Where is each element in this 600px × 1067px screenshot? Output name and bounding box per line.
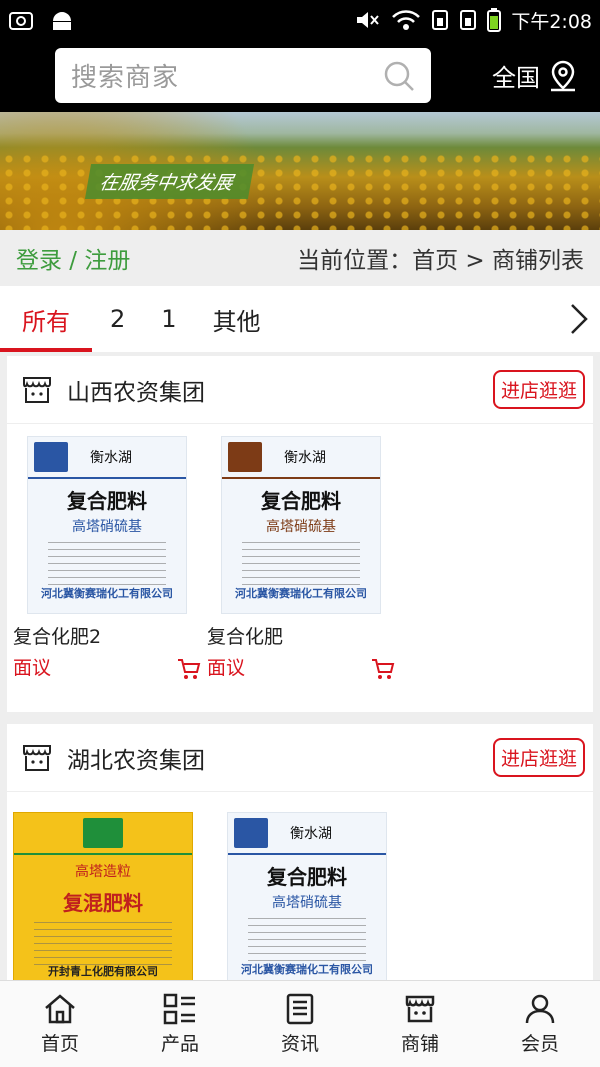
brand-logo-icon (228, 442, 262, 472)
bag-brand: 衡水湖 (284, 450, 326, 466)
chevron-right-icon[interactable] (568, 302, 590, 336)
product-card[interactable]: 衡水湖 复合肥料 高塔硝硫基 河北冀衡赛瑞化工有限公司 复合化肥2 面议 (13, 436, 207, 680)
bag-maker: 河北冀衡赛瑞化工有限公司 (41, 587, 173, 600)
sim1-icon (432, 10, 449, 30)
android-icon (53, 12, 71, 30)
mute-icon (357, 12, 380, 28)
user-icon (525, 994, 555, 1023)
store-card: 湖北农资集团 进店逛逛 高塔造粒 复混肥料 开封青上化肥有限公司 衡水湖 复合肥… (7, 724, 593, 980)
banner-slogan: 在服务中求发展 (84, 164, 255, 199)
product-name[interactable]: 复合化肥2 (13, 622, 207, 649)
store-name[interactable]: 山西农资集团 (67, 373, 205, 407)
region-selector[interactable]: 全国 (492, 58, 578, 93)
battery-icon (487, 8, 502, 32)
location-pin-icon (551, 60, 575, 91)
bag-fineprint (242, 542, 360, 586)
bag-brand: 衡水湖 (90, 450, 132, 466)
product-image[interactable]: 衡水湖 复合肥料 高塔硝硫基 河北冀衡赛瑞化工有限公司 (27, 436, 187, 614)
nav-label: 会员 (520, 1032, 559, 1055)
bag-subtitle: 高塔造粒 (75, 864, 131, 880)
grid-list-icon (163, 993, 195, 1024)
enter-store-button[interactable]: 进店逛逛 (492, 738, 585, 777)
nav-member[interactable]: 会员 (480, 981, 600, 1067)
category-tabs: 所有 2 1 其他 (0, 286, 600, 352)
bag-subtitle: 高塔硝硫基 (272, 895, 342, 911)
nav-home[interactable]: 首页 (0, 981, 120, 1067)
bag-subtitle: 高塔硝硫基 (266, 519, 336, 535)
tab-other[interactable]: 其他 (195, 286, 279, 352)
search-box[interactable]: 搜索商家 (55, 48, 431, 103)
bag-brand: 衡水湖 (290, 826, 332, 842)
brand-logo-icon (234, 818, 268, 848)
screenshot-icon (9, 12, 33, 30)
bag-subtitle: 高塔硝硫基 (72, 519, 142, 535)
top-header: 搜索商家 全国 (0, 40, 600, 112)
store-header: 湖北农资集团 进店逛逛 (7, 724, 593, 792)
nav-label: 商铺 (400, 1032, 439, 1055)
search-input[interactable]: 搜索商家 (71, 57, 179, 94)
search-icon[interactable] (383, 60, 415, 92)
store-header: 山西农资集团 进店逛逛 (7, 356, 593, 424)
breadcrumb: 当前位置：首页 > 商铺列表 (297, 248, 584, 274)
product-card[interactable]: 高塔造粒 复混肥料 开封青上化肥有限公司 (13, 812, 207, 980)
enter-store-button[interactable]: 进店逛逛 (492, 370, 585, 409)
shop-icon (405, 995, 435, 1022)
product-image[interactable]: 衡水湖 复合肥料 高塔硝硫基 河北冀衡赛瑞化工有限公司 (221, 436, 381, 614)
tab-1[interactable]: 1 (143, 286, 194, 352)
product-name[interactable]: 复合化肥 (207, 622, 401, 649)
news-icon (286, 993, 314, 1024)
home-icon (45, 993, 75, 1023)
banner[interactable]: 在服务中求发展 (0, 112, 600, 230)
bag-maker: 河北冀衡赛瑞化工有限公司 (235, 587, 367, 600)
shop-icon (23, 744, 51, 771)
bag-maker: 开封青上化肥有限公司 (48, 965, 158, 978)
bag-fineprint (48, 542, 166, 586)
nav-news[interactable]: 资讯 (240, 981, 360, 1067)
tab-all[interactable]: 所有 (0, 286, 92, 352)
store-card: 山西农资集团 进店逛逛 衡水湖 复合肥料 高塔硝硫基 河北冀衡赛瑞化工有限公司 … (7, 356, 593, 712)
tab-2[interactable]: 2 (92, 286, 143, 352)
shop-icon (23, 376, 51, 403)
bag-title: 复混肥料 (63, 891, 143, 915)
bag-fineprint (34, 922, 172, 966)
cart-icon[interactable] (371, 658, 395, 680)
sim2-icon (460, 10, 477, 30)
wifi-icon (392, 10, 421, 30)
clock: 下午2:08 (511, 10, 592, 33)
cart-icon[interactable] (177, 658, 201, 680)
nav-products[interactable]: 产品 (120, 981, 240, 1067)
breadcrumb-bar: 登录 / 注册 当前位置：首页 > 商铺列表 (0, 230, 600, 286)
bag-title: 复合肥料 (267, 865, 347, 889)
status-bar: 下午2:08 (0, 0, 600, 40)
brand-logo-icon (83, 818, 123, 848)
store-name[interactable]: 湖北农资集团 (67, 741, 205, 775)
bag-maker: 河北冀衡赛瑞化工有限公司 (241, 963, 373, 976)
nav-shops[interactable]: 商铺 (360, 981, 480, 1067)
bag-fineprint (248, 918, 366, 962)
bag-title: 复合肥料 (67, 489, 147, 513)
nav-label: 产品 (160, 1032, 199, 1055)
product-image[interactable]: 衡水湖 复合肥料 高塔硝硫基 河北冀衡赛瑞化工有限公司 (227, 812, 387, 980)
product-image[interactable]: 高塔造粒 复混肥料 开封青上化肥有限公司 (13, 812, 193, 980)
goods-list: 高塔造粒 复混肥料 开封青上化肥有限公司 衡水湖 复合肥料 高塔硝硫基 河北冀衡… (7, 792, 593, 980)
goods-list: 衡水湖 复合肥料 高塔硝硫基 河北冀衡赛瑞化工有限公司 复合化肥2 面议 衡水湖… (7, 424, 593, 680)
bottom-nav: 首页 产品 资讯 商铺 会员 (0, 980, 600, 1067)
nav-label: 资讯 (280, 1032, 319, 1055)
product-card[interactable]: 衡水湖 复合肥料 高塔硝硫基 河北冀衡赛瑞化工有限公司 复合化肥 面议 (207, 436, 401, 680)
nav-label: 首页 (40, 1032, 79, 1055)
product-card[interactable]: 衡水湖 复合肥料 高塔硝硫基 河北冀衡赛瑞化工有限公司 (207, 812, 401, 980)
login-register-link[interactable]: 登录 / 注册 (16, 241, 130, 275)
brand-logo-icon (34, 442, 68, 472)
bag-title: 复合肥料 (261, 489, 341, 513)
region-label: 全国 (492, 64, 540, 92)
